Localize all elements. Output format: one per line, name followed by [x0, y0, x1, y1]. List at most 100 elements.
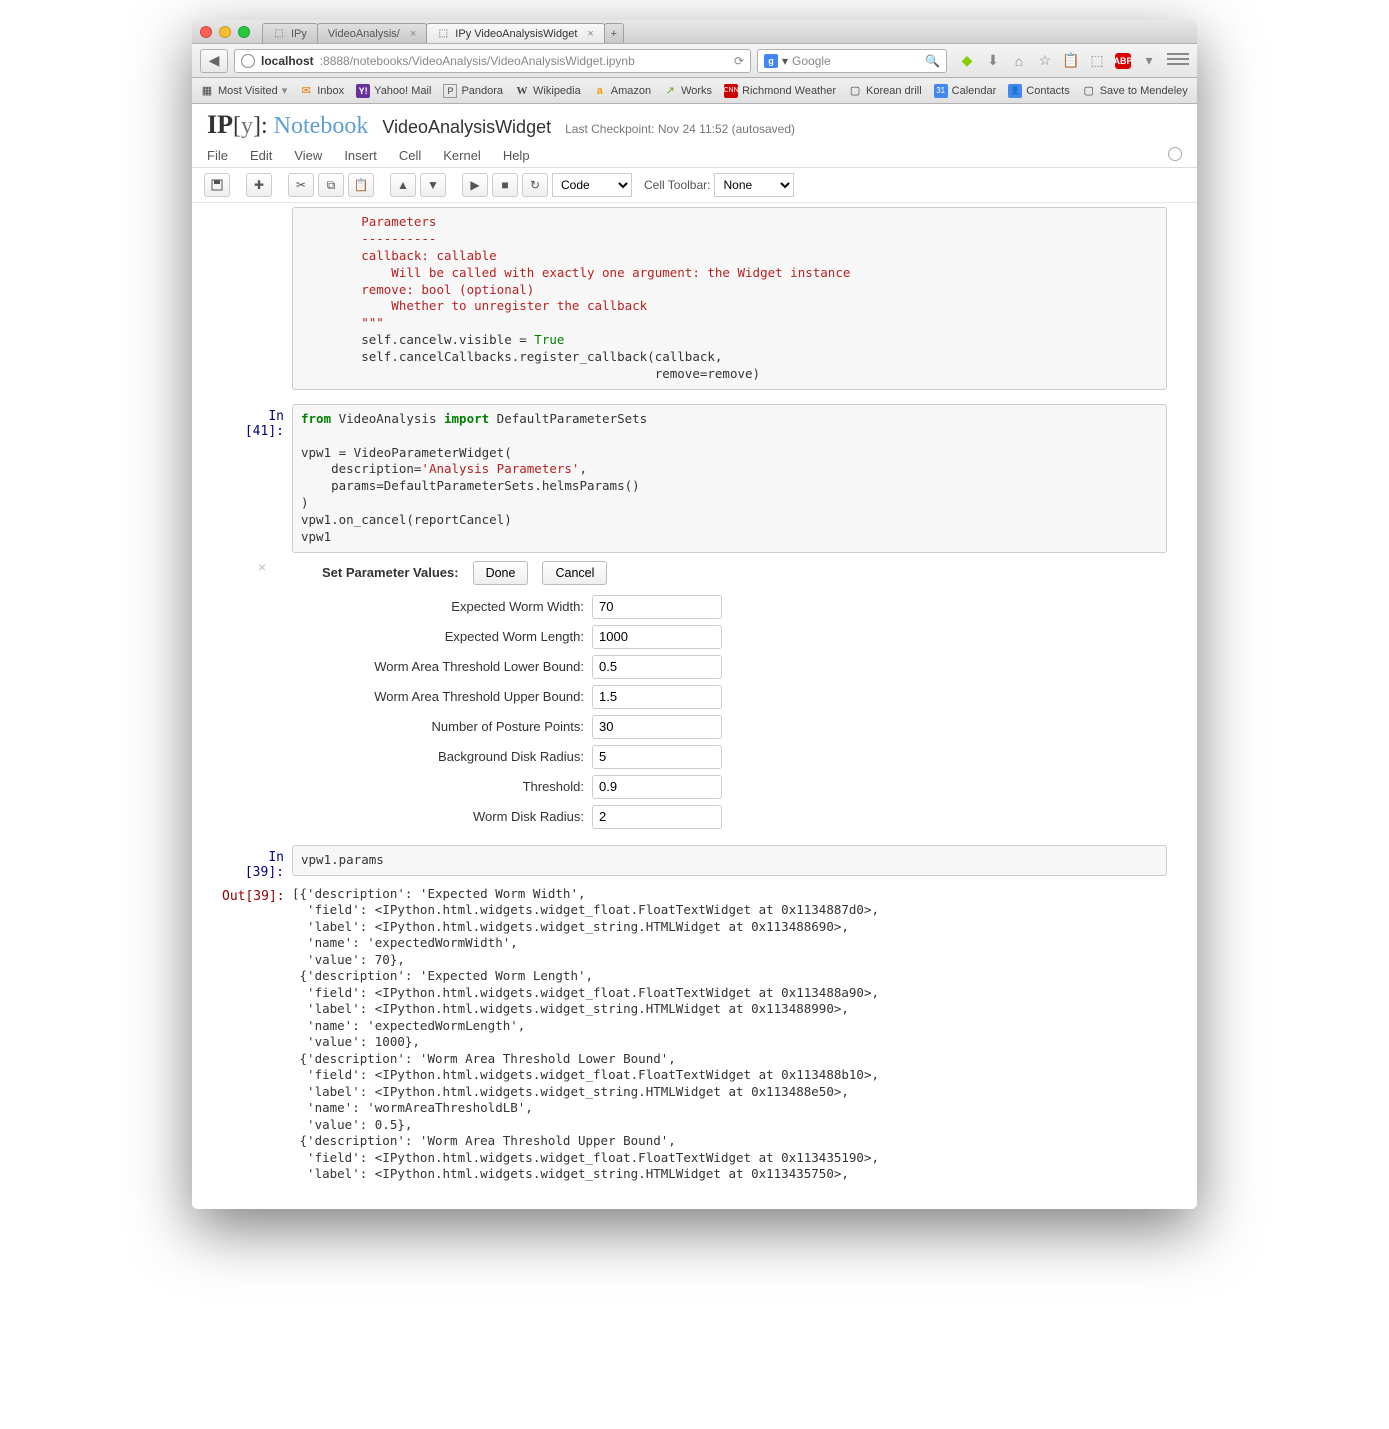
maximize-window-button[interactable] — [238, 26, 250, 38]
home-icon[interactable]: ⌂ — [1011, 53, 1027, 69]
calendar-icon: 31 — [934, 84, 948, 98]
menu-view[interactable]: View — [294, 148, 322, 163]
bookmark-contacts[interactable]: 👤Contacts — [1008, 84, 1069, 98]
menu-file[interactable]: File — [207, 148, 228, 163]
menu-kernel[interactable]: Kernel — [443, 148, 481, 163]
ipy-icon: ⬚ — [437, 28, 449, 40]
stop-button[interactable]: ■ — [492, 173, 518, 197]
copy-button[interactable]: ⧉ — [318, 173, 344, 197]
code-cell-body[interactable]: vpw1.params — [292, 845, 1167, 876]
threshold-lb-input[interactable] — [592, 655, 722, 679]
app-icon[interactable]: ⬚ — [1089, 53, 1105, 69]
clipboard-icon[interactable]: 📋 — [1063, 53, 1079, 69]
bookmark-mendeley[interactable]: ▢Save to Mendeley — [1082, 84, 1188, 98]
close-widget-icon[interactable]: × — [258, 559, 266, 575]
page-icon: ▢ — [1082, 84, 1096, 98]
notebook-toolbar: ✚ ✂ ⧉ 📋 ▲ ▼ ▶ ■ ↻ Code Cell Toolbar: Non… — [192, 168, 1197, 203]
output-text: [{'description': 'Expected Worm Width', … — [292, 884, 1167, 1185]
abp-icon[interactable]: ABP — [1115, 53, 1131, 69]
reload-icon[interactable]: ⟳ — [734, 54, 744, 68]
download-icon[interactable]: ⬇ — [985, 53, 1001, 69]
add-cell-button[interactable]: ✚ — [246, 173, 272, 197]
bookmark-works[interactable]: ↗Works — [663, 84, 712, 98]
ipy-icon: ⬚ — [273, 28, 285, 40]
celltoolbar-label: Cell Toolbar: — [644, 178, 710, 192]
search-icon: 🔍 — [925, 54, 940, 68]
browser-tab[interactable]: ⬚IPy — [262, 23, 318, 43]
bookmark-most-visited[interactable]: ▦Most Visited▾ — [200, 84, 287, 98]
close-tab-icon[interactable]: × — [410, 28, 416, 40]
bookmark-wikipedia[interactable]: WWikipedia — [515, 84, 581, 98]
celltoolbar-select[interactable]: None — [714, 173, 794, 197]
bookmark-weather[interactable]: CNNRichmond Weather — [724, 84, 836, 98]
search-box[interactable]: g ▾ Google 🔍 — [757, 49, 947, 73]
url-path: :8888/notebooks/VideoAnalysis/VideoAnaly… — [320, 54, 635, 68]
restart-button[interactable]: ↻ — [522, 173, 548, 197]
globe-icon — [241, 54, 255, 68]
amazon-icon: a — [593, 84, 607, 98]
bookmark-calendar[interactable]: 31Calendar — [934, 84, 997, 98]
bookmark-pandora[interactable]: PPandora — [443, 84, 503, 98]
paste-button[interactable]: 📋 — [348, 173, 374, 197]
threshold-input[interactable] — [592, 775, 722, 799]
close-tab-icon[interactable]: × — [587, 28, 593, 40]
wikipedia-icon: W — [515, 84, 529, 98]
close-window-button[interactable] — [200, 26, 212, 38]
move-up-button[interactable]: ▲ — [390, 173, 416, 197]
contacts-icon: 👤 — [1008, 84, 1022, 98]
bookmarks-bar: ▦Most Visited▾ ✉Inbox Y!Yahoo! Mail PPan… — [192, 78, 1197, 104]
share-icon[interactable]: ◆ — [959, 53, 975, 69]
field-label: Worm Disk Radius: — [282, 809, 592, 824]
url-host: localhost — [261, 54, 314, 68]
menu-help[interactable]: Help — [503, 148, 530, 163]
bookmark-inbox[interactable]: ✉Inbox — [299, 84, 344, 98]
minimize-window-button[interactable] — [219, 26, 231, 38]
parameter-widget: × Set Parameter Values: Done Cancel Expe… — [282, 561, 1167, 829]
folder-icon: ▦ — [200, 84, 214, 98]
url-bar[interactable]: localhost :8888/notebooks/VideoAnalysis/V… — [234, 49, 751, 73]
browser-tab-active[interactable]: ⬚IPy VideoAnalysisWidget× — [426, 23, 605, 43]
in-prompt: In [41]: — [222, 404, 292, 553]
bookmark-korean[interactable]: ▢Korean drill — [848, 84, 922, 98]
done-button[interactable]: Done — [473, 561, 529, 585]
bookmark-amazon[interactable]: aAmazon — [593, 84, 651, 98]
notebook-header: IP[y]: Notebook VideoAnalysisWidget Last… — [192, 104, 1197, 144]
back-button[interactable]: ◀ — [200, 49, 228, 73]
menu-icon[interactable] — [1167, 53, 1189, 69]
dropdown-icon[interactable]: ▾ — [1141, 53, 1157, 69]
code-cell-body[interactable]: Parameters ---------- callback: callable… — [292, 207, 1167, 390]
google-icon: g — [764, 54, 778, 68]
worm-length-input[interactable] — [592, 625, 722, 649]
inbox-icon: ✉ — [299, 84, 313, 98]
worm-width-input[interactable] — [592, 595, 722, 619]
yahoo-icon: Y! — [356, 84, 370, 98]
works-icon: ↗ — [663, 84, 677, 98]
pandora-icon: P — [443, 84, 457, 98]
field-label: Expected Worm Length: — [282, 629, 592, 644]
worm-disk-radius-input[interactable] — [592, 805, 722, 829]
cnn-icon: CNN — [724, 84, 738, 98]
menu-insert[interactable]: Insert — [344, 148, 377, 163]
posture-points-input[interactable] — [592, 715, 722, 739]
out-prompt: Out[39]: — [222, 884, 292, 1185]
code-cell-body[interactable]: from VideoAnalysis import DefaultParamet… — [292, 404, 1167, 553]
widget-title: Set Parameter Values: — [282, 565, 459, 580]
menu-edit[interactable]: Edit — [250, 148, 272, 163]
bg-disk-radius-input[interactable] — [592, 745, 722, 769]
threshold-ub-input[interactable] — [592, 685, 722, 709]
menu-cell[interactable]: Cell — [399, 148, 421, 163]
bookmark-yahoo[interactable]: Y!Yahoo! Mail — [356, 84, 431, 98]
field-label: Worm Area Threshold Upper Bound: — [282, 689, 592, 704]
bookmark-star-icon[interactable]: ☆ — [1037, 53, 1053, 69]
cancel-button[interactable]: Cancel — [542, 561, 607, 585]
browser-tab[interactable]: VideoAnalysis/× — [317, 23, 427, 43]
move-down-button[interactable]: ▼ — [420, 173, 446, 197]
new-tab-button[interactable]: + — [604, 23, 624, 43]
notebook-title[interactable]: VideoAnalysisWidget — [382, 117, 551, 138]
run-button[interactable]: ▶ — [462, 173, 488, 197]
celltype-select[interactable]: Code — [552, 173, 632, 197]
save-button[interactable] — [204, 173, 230, 197]
cut-button[interactable]: ✂ — [288, 173, 314, 197]
field-label: Number of Posture Points: — [282, 719, 592, 734]
page-icon: ▢ — [848, 84, 862, 98]
